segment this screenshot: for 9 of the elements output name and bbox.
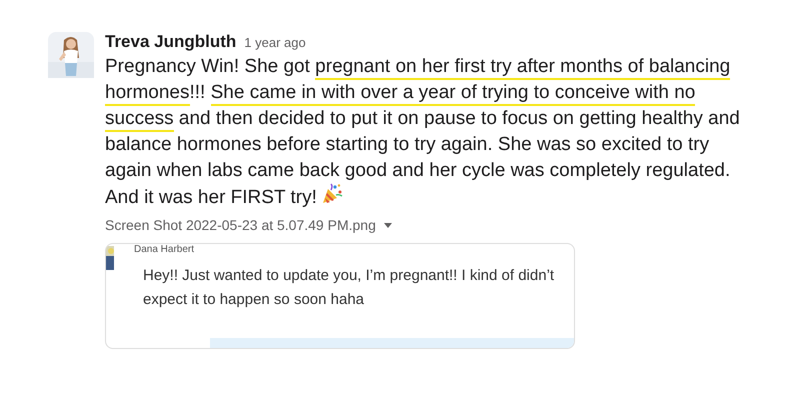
party-popper-icon: [320, 182, 343, 204]
timestamp[interactable]: 1 year ago: [244, 35, 306, 50]
file-name[interactable]: Screen Shot 2022-05-23 at 5.07.49 PM.png: [105, 217, 376, 233]
message-text: Pregnancy Win! She got pregnant on her first try after months of balancing hormones!!! She came in with over a year of trying to conceive with no success and then decided to put it on pause to focus on getting healthy and balance hormones before starting to try again. She was so excited to try again when labs came back good and her cycle was completely regulated. And it was her FIRST try!: [105, 55, 741, 210]
quoted-author: Dana Harbert: [134, 245, 194, 255]
image-preview[interactable]: Dana Harbert Hey!! Just wanted to update you, I’m pregnant!! I kind of didn’t expect it to happen so soon haha: [105, 243, 575, 349]
quoted-message: Hey!! Just wanted to update you, I’m pregnant!! I kind of didn’t expect it to happen so soon haha: [143, 266, 556, 310]
author-name[interactable]: Treva Jungbluth: [105, 32, 236, 52]
caret-icon[interactable]: [384, 222, 392, 228]
